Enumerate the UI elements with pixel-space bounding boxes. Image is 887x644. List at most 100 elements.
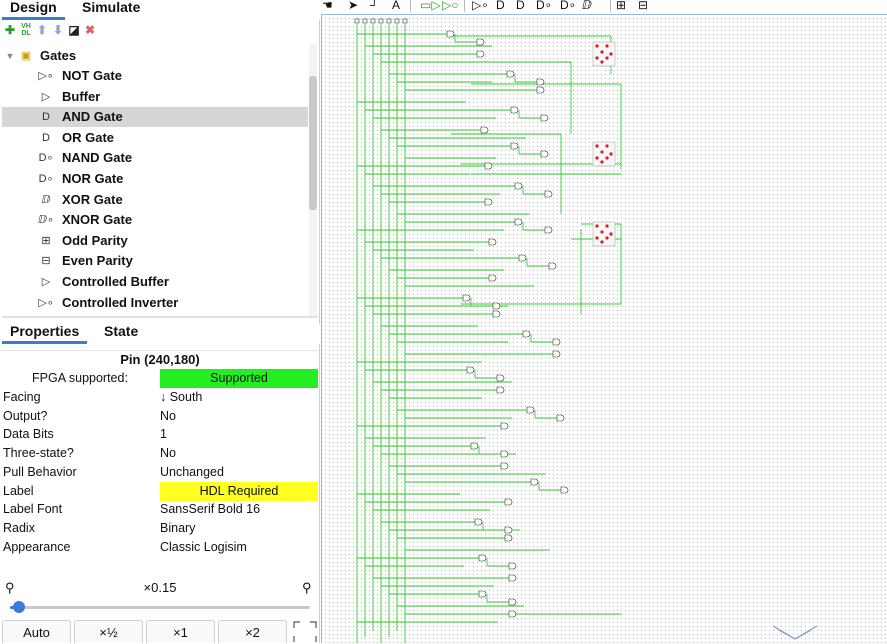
property-value[interactable]: SansSerif Bold 16 (160, 500, 318, 519)
move-up-icon[interactable]: ⬆ (35, 23, 49, 37)
tree-item-nor-gate[interactable]: D∘ NOR Gate (2, 169, 308, 189)
input-pin[interactable] (354, 18, 360, 24)
hand-tool-icon[interactable]: ☚ (322, 0, 333, 12)
appearance-icon[interactable]: ◪ (67, 23, 81, 37)
parity-tool-icon[interactable]: ⊞ (616, 0, 626, 12)
zoom-half-button[interactable]: ×½ (74, 620, 143, 643)
tab-simulate[interactable]: Simulate (74, 0, 148, 20)
gate[interactable] (540, 150, 549, 158)
zoom-auto-button[interactable]: Auto (2, 620, 71, 643)
gate[interactable] (552, 338, 561, 346)
gate[interactable] (526, 406, 535, 414)
output-pin-icon[interactable]: ▷○ (442, 0, 458, 12)
gate[interactable] (510, 142, 519, 150)
gate[interactable] (476, 38, 485, 46)
gate[interactable] (492, 302, 501, 310)
input-pin[interactable] (394, 18, 400, 24)
tree-item-xor-gate[interactable]: ⅅ XOR Gate (2, 190, 308, 210)
gate[interactable] (552, 350, 561, 358)
input-pin[interactable] (362, 18, 368, 24)
tree-item-controlled-buffer[interactable]: ▷ Controlled Buffer (2, 272, 308, 292)
tree-item-not-gate[interactable]: ▷∘ NOT Gate (2, 66, 308, 86)
gate[interactable] (548, 262, 557, 270)
select-tool-icon[interactable]: ➤ (348, 0, 358, 12)
gate[interactable] (474, 518, 483, 526)
gate[interactable] (476, 50, 485, 58)
property-value[interactable]: 1 (160, 425, 318, 444)
nor-gate-tool-icon[interactable]: D∘ (560, 0, 576, 12)
vhdl-icon[interactable]: VH DL (19, 23, 33, 37)
gate[interactable] (466, 366, 475, 374)
gate[interactable] (506, 70, 515, 78)
fit-to-window-icon[interactable] (292, 620, 318, 643)
property-value[interactable]: HDL Required (160, 481, 318, 501)
gate[interactable] (480, 126, 489, 134)
gate[interactable] (488, 274, 497, 282)
gate[interactable] (496, 386, 505, 394)
tree-item-and-gate[interactable]: D AND Gate (2, 107, 308, 128)
zoom-slider-knob[interactable] (13, 601, 25, 613)
tree-folder-gates[interactable]: ▼ ▣ Gates (2, 46, 308, 66)
tab-state[interactable]: State (96, 324, 146, 344)
gate[interactable] (470, 442, 479, 450)
input-pin-icon[interactable]: ▭▷ (420, 0, 441, 12)
gate[interactable] (500, 450, 509, 458)
gate[interactable] (500, 462, 509, 470)
property-value[interactable]: No (160, 444, 318, 463)
gate[interactable] (504, 534, 513, 542)
gate[interactable] (556, 414, 565, 422)
gate[interactable] (560, 486, 569, 494)
delete-icon[interactable]: ✖ (83, 23, 97, 37)
wire-tool-icon[interactable]: ┘ (370, 0, 379, 12)
gate[interactable] (446, 30, 455, 38)
gate[interactable] (536, 86, 545, 94)
tree-item-nand-gate[interactable]: D∘ NAND Gate (2, 148, 308, 168)
tree-item-xnor-gate[interactable]: ⅅ∘ XNOR Gate (2, 210, 308, 230)
gate[interactable] (488, 238, 497, 246)
gate[interactable] (484, 198, 493, 206)
tree-item-buffer[interactable]: ▷ Buffer (2, 87, 308, 107)
gate[interactable] (484, 162, 493, 170)
xor-gate-tool-icon[interactable]: ⅅ (582, 0, 592, 12)
property-value[interactable]: ↓ South (160, 388, 318, 407)
add-circuit-icon[interactable]: ✚ (3, 23, 17, 37)
property-value[interactable]: No (160, 407, 318, 426)
or-gate-tool-icon[interactable]: D (516, 0, 525, 12)
tree-item-or-gate[interactable]: D OR Gate (2, 128, 308, 148)
gate[interactable] (496, 374, 505, 382)
not-gate-tool-icon[interactable]: ▷∘ (472, 0, 489, 12)
tree-item-even-parity[interactable]: ⊟ Even Parity (2, 251, 308, 271)
gate[interactable] (514, 182, 523, 190)
property-value[interactable]: Supported (160, 369, 318, 388)
gate[interactable] (508, 610, 517, 618)
tab-properties[interactable]: Properties (2, 324, 88, 344)
gate[interactable] (508, 574, 517, 582)
gate[interactable] (478, 590, 487, 598)
gate[interactable] (522, 330, 531, 338)
nand-gate-tool-icon[interactable]: D∘ (536, 0, 552, 12)
property-value[interactable]: Unchanged (160, 463, 318, 482)
gate[interactable] (536, 78, 545, 86)
input-pin[interactable] (402, 18, 408, 24)
input-pin[interactable] (386, 18, 392, 24)
gate[interactable] (540, 114, 549, 122)
tree-scrollbar-thumb[interactable] (309, 76, 317, 210)
tree-item-controlled-inverter[interactable]: ▷∘ Controlled Inverter (2, 293, 308, 313)
and-gate-tool-icon[interactable]: D (496, 0, 505, 12)
gate[interactable] (530, 478, 539, 486)
gate[interactable] (504, 498, 513, 506)
tab-design[interactable]: Design (2, 0, 65, 20)
gate[interactable] (518, 254, 527, 262)
gate[interactable] (504, 526, 513, 534)
zoom-one-button[interactable]: ×1 (146, 620, 215, 643)
zoom-out-icon[interactable]: ⚲ (5, 580, 15, 596)
expand-arrow-icon[interactable]: ▼ (2, 46, 18, 66)
tree-hscrollbar[interactable] (2, 316, 318, 318)
text-tool-icon[interactable]: A (392, 0, 400, 12)
circuit-canvas[interactable] (321, 14, 887, 643)
gate[interactable] (544, 226, 553, 234)
property-value[interactable]: Classic Logisim (160, 538, 318, 557)
input-pin[interactable] (370, 18, 376, 24)
gate[interactable] (478, 554, 487, 562)
zoom-in-icon[interactable]: ⚲ (302, 580, 312, 596)
